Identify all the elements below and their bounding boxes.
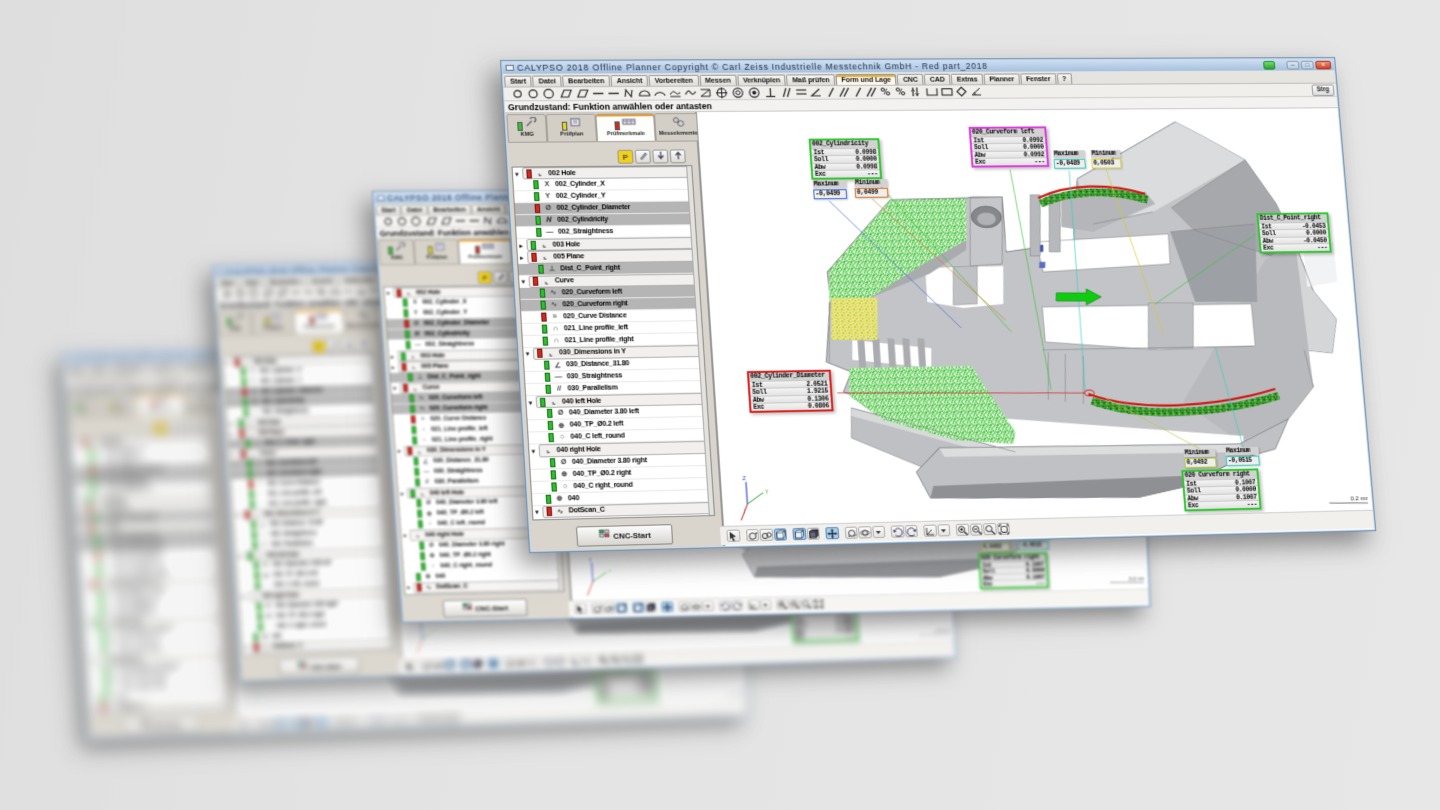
svg-text:0.2 mm: 0.2 mm [935,628,951,634]
svg-text:0.2 mm: 0.2 mm [1350,495,1370,502]
svg-text:Y: Y [269,688,272,693]
svg-text:Y: Y [608,569,611,574]
svg-text:0.2 mm: 0.2 mm [728,688,743,694]
svg-text:Y: Y [437,627,440,632]
svg-text:Y: Y [765,490,769,496]
svg-text:Z: Z [742,476,746,482]
svg-text:0.2 mm: 0.2 mm [1129,576,1146,582]
svg-text:Z: Z [589,557,592,562]
